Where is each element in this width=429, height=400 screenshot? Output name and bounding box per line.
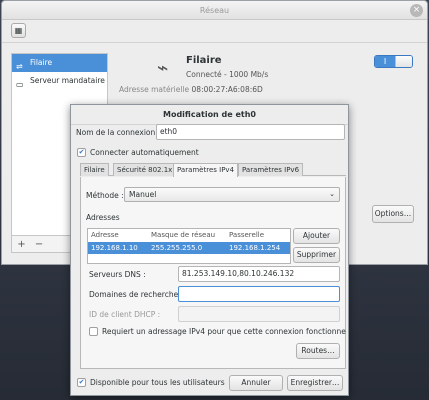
table-header: Adresse Masque de réseau Passerelle <box>88 229 290 241</box>
dialog-title: Modification de eth0 <box>71 105 348 125</box>
search-domains-field[interactable] <box>178 286 340 302</box>
device-power-toggle[interactable]: I <box>374 55 413 68</box>
tab-ipv6[interactable]: Paramètres IPv6 <box>238 163 304 176</box>
auto-connect-checkbox[interactable]: ✔ <box>77 148 86 157</box>
all-users-checkbox[interactable]: ✔ <box>77 378 86 387</box>
dhcp-client-id-field[interactable] <box>178 306 340 322</box>
addresses-table: Adresse Masque de réseau Passerelle 192.… <box>87 228 291 264</box>
connection-name-field[interactable]: eth0 <box>156 124 345 140</box>
sidebar-item-label: Serveur mandataire <box>30 76 105 85</box>
require-ipv4-label: Requiert un adressage IPv4 pour que cett… <box>102 327 346 336</box>
delete-address-button[interactable]: Supprimer <box>293 247 340 263</box>
connection-name-label: Nom de la connexion : <box>76 128 161 137</box>
proxy-server-icon: ▭ <box>16 80 24 89</box>
addresses-heading: Adresses <box>86 213 120 222</box>
sidebar-item-wired[interactable]: ⇌ Filaire <box>12 54 107 72</box>
window-title: Réseau <box>199 6 230 15</box>
add-address-button[interactable]: Ajouter <box>293 228 340 244</box>
require-ipv4-checkbox[interactable] <box>89 327 98 336</box>
row-gateway: 192.168.1.254 <box>229 244 281 252</box>
cancel-button[interactable]: Annuler <box>229 375 283 391</box>
column-netmask: Masque de réseau <box>151 231 216 239</box>
routes-button[interactable]: Routes… <box>296 343 340 359</box>
search-domains-label: Domaines de recherche : <box>89 290 184 299</box>
options-button[interactable]: Options… <box>372 205 414 223</box>
tab-wired[interactable]: Filaire <box>80 163 109 176</box>
chevron-down-icon: ⌄ <box>329 190 335 198</box>
sidebar-item-proxy[interactable]: ▭ Serveur mandataire <box>12 72 107 90</box>
toolbar: ▦ <box>2 20 427 43</box>
method-label: Méthode : <box>86 191 124 200</box>
hardware-address: Adresse matérielle 08:00:27:A6:08:6D <box>119 85 263 94</box>
tab-ipv4[interactable]: Paramètres IPv4 <box>173 163 239 177</box>
table-row[interactable]: 192.168.1.10 255.255.255.0 192.168.1.254 <box>88 242 290 254</box>
tab-security[interactable]: Sécurité 802.1x <box>113 163 177 176</box>
toggle-knob <box>395 56 412 67</box>
dns-field[interactable]: 81.253.149.10,80.10.246.132 <box>178 266 340 282</box>
hw-address-value: 08:00:27:A6:08:6D <box>191 85 263 94</box>
row-netmask: 255.255.255.0 <box>151 244 203 252</box>
all-users-label: Disponible pour tous les utilisateurs <box>90 378 225 387</box>
device-status: Connecté - 1000 Mb/s <box>186 70 269 79</box>
sidebar-item-label: Filaire <box>30 58 53 67</box>
show-all-settings-icon[interactable]: ▦ <box>11 23 26 38</box>
close-icon[interactable]: × <box>410 4 423 17</box>
dhcp-client-id-label: ID de client DHCP : <box>89 310 161 319</box>
dns-label: Serveurs DNS : <box>89 270 146 279</box>
method-value: Manuel <box>129 190 157 199</box>
toggle-on-indicator: I <box>375 56 395 67</box>
column-address: Adresse <box>91 231 119 239</box>
device-name: Filaire <box>186 55 222 66</box>
window-titlebar: Réseau × <box>2 1 427 20</box>
row-address: 192.168.1.10 <box>91 244 138 252</box>
remove-device-button[interactable]: − <box>34 239 45 250</box>
ethernet-icon: ⌁ <box>157 57 169 79</box>
dialog-tabs: Filaire Sécurité 802.1x Paramètres IPv4 … <box>80 163 346 177</box>
save-button[interactable]: Enregistrer… <box>287 375 343 391</box>
method-select[interactable]: Manuel ⌄ <box>124 187 340 202</box>
hw-address-label: Adresse matérielle <box>119 85 190 94</box>
add-device-button[interactable]: + <box>16 239 27 250</box>
column-gateway: Passerelle <box>229 231 265 239</box>
auto-connect-label: Connecter automatiquement <box>90 148 199 157</box>
